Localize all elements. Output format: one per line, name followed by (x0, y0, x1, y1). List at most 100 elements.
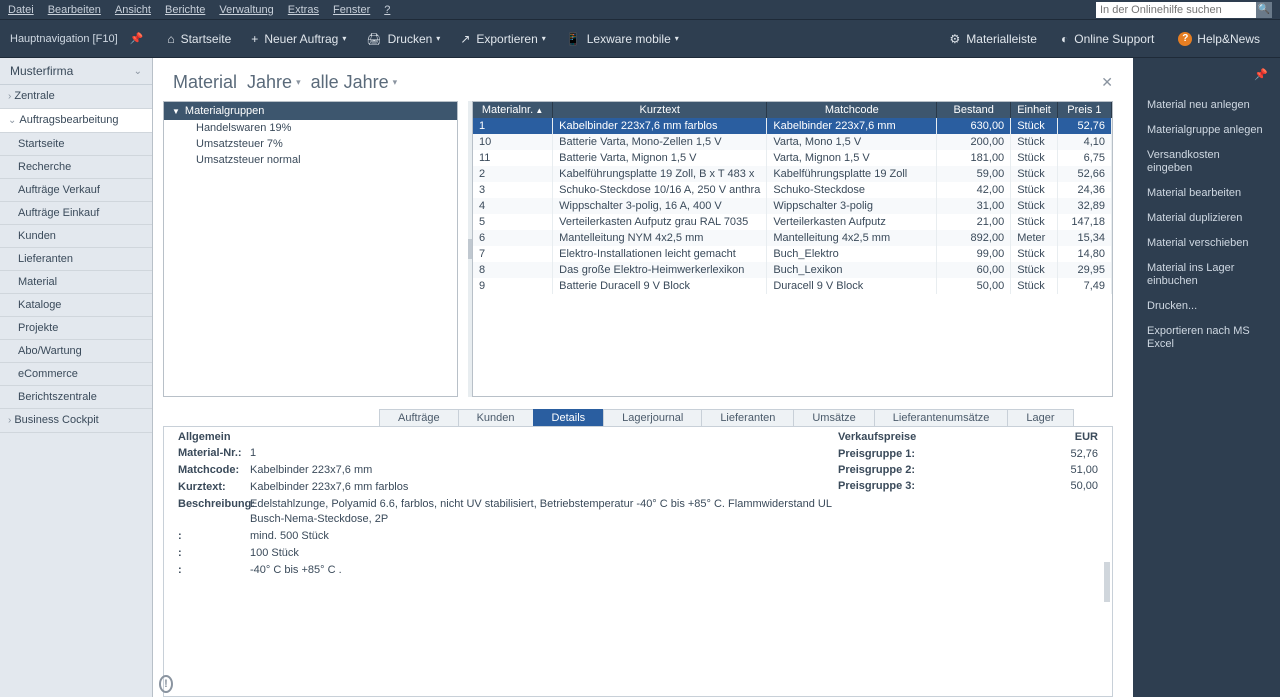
action-item[interactable]: Material duplizieren (1133, 206, 1280, 231)
neuer-auftrag-button[interactable]: +Neuer Auftrag▾ (251, 32, 346, 46)
tab-umsätze[interactable]: Umsätze (793, 409, 874, 426)
search-icon[interactable]: 🔍 (1256, 2, 1272, 18)
sidebar-item-startseite[interactable]: Startseite (0, 133, 152, 156)
tab-lager[interactable]: Lager (1007, 409, 1073, 426)
col-preis1[interactable]: Preis 1 (1057, 102, 1111, 118)
tree-item[interactable]: Umsatzsteuer normal (164, 152, 457, 168)
col-kurztext[interactable]: Kurztext (553, 102, 767, 118)
menu-bearbeiten[interactable]: Bearbeiten (48, 4, 101, 16)
filter-jahre[interactable]: Jahre▾ (247, 72, 301, 93)
sidebar-item-aufträge-einkauf[interactable]: Aufträge Einkauf (0, 202, 152, 225)
plus-icon: + (251, 32, 258, 46)
tab-lieferanten[interactable]: Lieferanten (701, 409, 794, 426)
triangle-down-icon: ▼ (172, 107, 180, 116)
sidebar-header[interactable]: Musterfirma ⌄ (0, 58, 152, 85)
table-row[interactable]: 3Schuko-Steckdose 10/16 A, 250 V anthraS… (473, 182, 1112, 198)
table-row[interactable]: 1Kabelbinder 223x7,6 mm farblosKabelbind… (473, 118, 1112, 134)
action-item[interactable]: Material verschieben (1133, 231, 1280, 256)
col-bestand[interactable]: Bestand (937, 102, 1011, 118)
right-action-sidebar: 📌 Material neu anlegenMaterialgruppe anl… (1133, 58, 1280, 697)
menu-ansicht[interactable]: Ansicht (115, 4, 151, 16)
menu-help[interactable]: ? (384, 4, 390, 16)
table-row[interactable]: 2Kabelführungsplatte 19 Zoll, B x T 483 … (473, 166, 1112, 182)
action-item[interactable]: Material neu anlegen (1133, 93, 1280, 118)
menu-fenster[interactable]: Fenster (333, 4, 370, 16)
detail-label: : (178, 563, 250, 578)
sidebar-item-kunden[interactable]: Kunden (0, 225, 152, 248)
pin-icon[interactable]: 📌 (130, 32, 144, 45)
tab-kunden[interactable]: Kunden (458, 409, 534, 426)
scrollbar[interactable] (1104, 562, 1110, 602)
help-news-button[interactable]: ?Help&News (1178, 32, 1260, 46)
table-row[interactable]: 5Verteilerkasten Aufputz grau RAL 7035Ve… (473, 214, 1112, 230)
table-row[interactable]: 7Elektro-Installationen leicht gemachtBu… (473, 246, 1112, 262)
col-matchcode[interactable]: Matchcode (767, 102, 937, 118)
sidebar-item-berichtszentrale[interactable]: Berichtszentrale (0, 386, 152, 409)
col-einheit[interactable]: Einheit (1011, 102, 1058, 118)
price-label: Preisgruppe 3: (838, 478, 1038, 494)
material-grid: Materialnr. Kurztext Matchcode Bestand E… (472, 101, 1113, 397)
price-label: Preisgruppe 2: (838, 462, 1038, 478)
detail-value: Kabelbinder 223x7,6 mm farblos (250, 480, 838, 495)
menubar: Datei Bearbeiten Ansicht Berichte Verwal… (0, 0, 1280, 20)
tree-item[interactable]: Handelswaren 19% (164, 120, 457, 136)
warning-icon[interactable]: ! (159, 675, 173, 693)
sidebar-item-projekte[interactable]: Projekte (0, 317, 152, 340)
sidebar-item-lieferanten[interactable]: Lieferanten (0, 248, 152, 271)
menu-datei[interactable]: Datei (8, 4, 34, 16)
sidebar-item-ecommerce[interactable]: eCommerce (0, 363, 152, 386)
close-icon[interactable]: ✕ (1101, 74, 1113, 91)
left-sidebar: Musterfirma ⌄ ZentraleAuftragsbearbeitun… (0, 58, 153, 697)
action-item[interactable]: Materialgruppe anlegen (1133, 118, 1280, 143)
hauptnavigation-label[interactable]: Hauptnavigation [F10] (10, 33, 118, 45)
startseite-button[interactable]: ⌂Startseite (167, 32, 231, 46)
detail-label: Beschreibung: (178, 497, 250, 527)
drucken-button[interactable]: 🖨Drucken▾ (366, 32, 440, 46)
sidebar-item-material[interactable]: Material (0, 271, 152, 294)
sidebar-item-business-cockpit[interactable]: Business Cockpit (0, 409, 152, 433)
sidebar-item-aufträge-verkauf[interactable]: Aufträge Verkauf (0, 179, 152, 202)
filter-alle-jahre[interactable]: alle Jahre▾ (311, 72, 398, 93)
materialleiste-button[interactable]: ⚙Materialleiste (950, 32, 1037, 46)
online-help-search-input[interactable] (1096, 2, 1256, 18)
content-area: Material Jahre▾ alle Jahre▾ ✕ ▼Materialg… (153, 58, 1133, 697)
menu-verwaltung[interactable]: Verwaltung (219, 4, 273, 16)
action-item[interactable]: Material ins Lager einbuchen (1133, 256, 1280, 294)
table-row[interactable]: 10Batterie Varta, Mono-Zellen 1,5 VVarta… (473, 134, 1112, 150)
table-row[interactable]: 6Mantelleitung NYM 4x2,5 mmMantelleitung… (473, 230, 1112, 246)
table-row[interactable]: 11Batterie Varta, Mignon 1,5 VVarta, Mig… (473, 150, 1112, 166)
table-row[interactable]: 9Batterie Duracell 9 V BlockDuracell 9 V… (473, 278, 1112, 294)
tree-header[interactable]: ▼Materialgruppen (164, 102, 457, 120)
table-row[interactable]: 8Das große Elektro-HeimwerkerlexikonBuch… (473, 262, 1112, 278)
pin-icon[interactable]: 📌 (1133, 68, 1280, 93)
table-row[interactable]: 4Wippschalter 3-polig, 16 A, 400 VWippsc… (473, 198, 1112, 214)
exportieren-button[interactable]: ↗Exportieren▾ (460, 32, 545, 46)
tab-lieferantenumsätze[interactable]: Lieferantenumsätze (874, 409, 1009, 426)
print-icon: 🖨 (366, 32, 381, 46)
tab-details[interactable]: Details (533, 409, 605, 426)
sidebar-item-zentrale[interactable]: Zentrale (0, 85, 152, 109)
online-support-button[interactable]: ◐Online Support (1061, 32, 1154, 46)
sidebar-item-abo/wartung[interactable]: Abo/Wartung (0, 340, 152, 363)
col-materialnr[interactable]: Materialnr. (473, 102, 553, 118)
details-section-allgemein: Allgemein (178, 431, 838, 443)
action-item[interactable]: Drucken... (1133, 294, 1280, 319)
home-icon: ⌂ (167, 32, 174, 46)
tree-item[interactable]: Umsatzsteuer 7% (164, 136, 457, 152)
lexware-mobile-button[interactable]: 📱Lexware mobile▾ (566, 32, 679, 46)
sidebar-item-auftragsbearbeitung[interactable]: Auftragsbearbeitung (0, 109, 152, 133)
tab-lagerjournal[interactable]: Lagerjournal (603, 409, 702, 426)
action-item[interactable]: Versandkosten eingeben (1133, 143, 1280, 181)
price-value: 52,76 (1038, 446, 1098, 462)
tab-aufträge[interactable]: Aufträge (379, 409, 459, 426)
action-item[interactable]: Exportieren nach MS Excel (1133, 319, 1280, 357)
sidebar-item-recherche[interactable]: Recherche (0, 156, 152, 179)
menu-extras[interactable]: Extras (288, 4, 319, 16)
menu-berichte[interactable]: Berichte (165, 4, 205, 16)
detail-value: 1 (250, 446, 838, 461)
action-item[interactable]: Material bearbeiten (1133, 181, 1280, 206)
detail-value: Kabelbinder 223x7,6 mm (250, 463, 838, 478)
sidebar-item-kataloge[interactable]: Kataloge (0, 294, 152, 317)
price-value: 50,00 (1038, 478, 1098, 494)
detail-label: Matchcode: (178, 463, 250, 478)
